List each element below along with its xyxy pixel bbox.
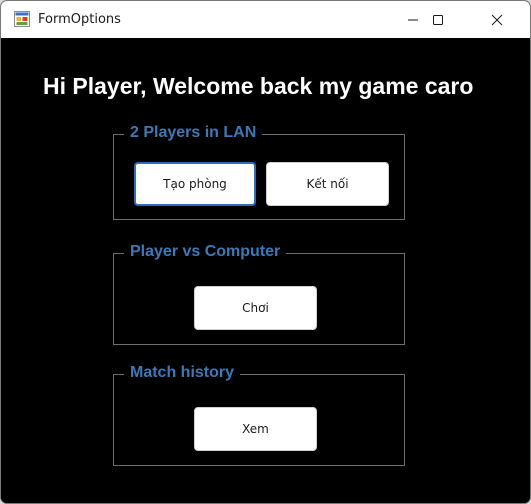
form-options-window: FormOptions Hi Player, Welcome back my g… [0, 0, 531, 504]
view-history-button[interactable]: Xem [194, 407, 317, 451]
lan-group-legend: 2 Players in LAN [124, 123, 263, 143]
pvc-group-legend: Player vs Computer [124, 242, 287, 262]
welcome-heading: Hi Player, Welcome back my game caro [43, 73, 474, 99]
maximize-button[interactable] [414, 1, 462, 38]
play-button[interactable]: Chơi [194, 286, 317, 330]
window-title: FormOptions [38, 12, 121, 27]
maximize-icon [433, 14, 443, 25]
history-group-box: Match history Xem [113, 363, 405, 466]
history-group-legend: Match history [124, 363, 241, 383]
close-button[interactable] [473, 1, 521, 38]
create-room-button[interactable]: Tạo phòng [134, 162, 256, 206]
title-bar[interactable]: FormOptions [1, 1, 530, 38]
app-icon [14, 11, 30, 27]
lan-group-box: 2 Players in LAN Tạo phòng Kết nối [113, 123, 405, 220]
connect-button[interactable]: Kết nối [266, 162, 389, 206]
close-icon [491, 14, 503, 25]
pvc-group-box: Player vs Computer Chơi [113, 242, 405, 345]
form-client-area: Hi Player, Welcome back my game caro 2 P… [1, 38, 530, 503]
